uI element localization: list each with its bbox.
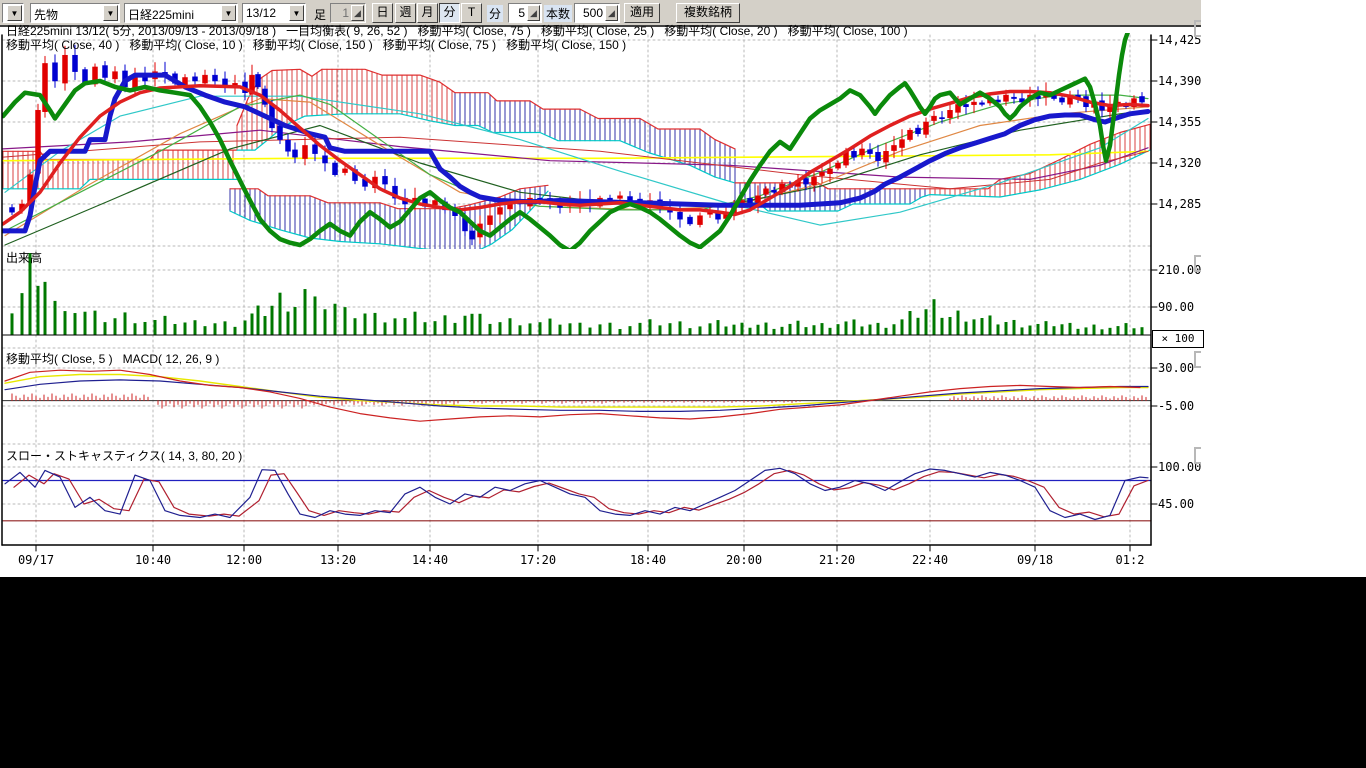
macd-series	[3, 370, 1151, 421]
time-tick-label: 17:20	[520, 553, 556, 567]
axis-tick-label: 30.00	[1158, 361, 1194, 375]
thick-moving-averages	[3, 32, 1148, 251]
macd-panel-title: 移動平均( Close, 5 ) MACD( 12, 26, 9 )	[6, 350, 219, 367]
volume-multiplier-badge: × 100	[1152, 330, 1204, 348]
volume-bars	[3, 253, 1151, 335]
panel-handle-icon[interactable]	[1194, 255, 1201, 272]
panel-handle-icon[interactable]	[1194, 447, 1201, 464]
axis-tick-label: 14,355	[1158, 115, 1201, 129]
axis-tick-label: 14,320	[1158, 156, 1201, 170]
axis-tick-label: -5.00	[1158, 399, 1194, 413]
time-tick-label: 21:20	[819, 553, 855, 567]
stochastics-series	[3, 468, 1151, 521]
axis-tick-label: 45.00	[1158, 497, 1194, 511]
chart-legend-line2: 移動平均( Close, 40 ) 移動平均( Close, 10 ) 移動平均…	[6, 36, 626, 53]
stochastics-panel-title: スロー・ストキャスティクス( 14, 3, 80, 20 )	[6, 447, 242, 464]
time-tick-label: 13:20	[320, 553, 356, 567]
time-tick-label: 09/18	[1017, 553, 1053, 567]
time-tick-label: 22:40	[912, 553, 948, 567]
panel-handle-icon[interactable]	[1194, 20, 1201, 37]
time-tick-label: 01:2	[1116, 553, 1145, 567]
chart-application-window: ▼ 先物 ▼ 日経225mini ▼ 13/12 ▼ 足 1 ◢ 日 週 月 分…	[0, 0, 1366, 768]
time-tick-label: 14:40	[412, 553, 448, 567]
axis-tick-label: 14,390	[1158, 74, 1201, 88]
time-tick-label: 18:40	[630, 553, 666, 567]
panel-handle-icon[interactable]	[1194, 351, 1201, 368]
time-tick-label: 10:40	[135, 553, 171, 567]
time-tick-label: 09/17	[18, 553, 54, 567]
axis-tick-label: 14,285	[1158, 197, 1201, 211]
time-tick-label: 12:00	[226, 553, 262, 567]
axis-tick-label: 90.00	[1158, 300, 1194, 314]
time-tick-label: 20:00	[726, 553, 762, 567]
volume-panel-title: 出来高	[6, 249, 42, 266]
gridlines	[3, 35, 1151, 545]
